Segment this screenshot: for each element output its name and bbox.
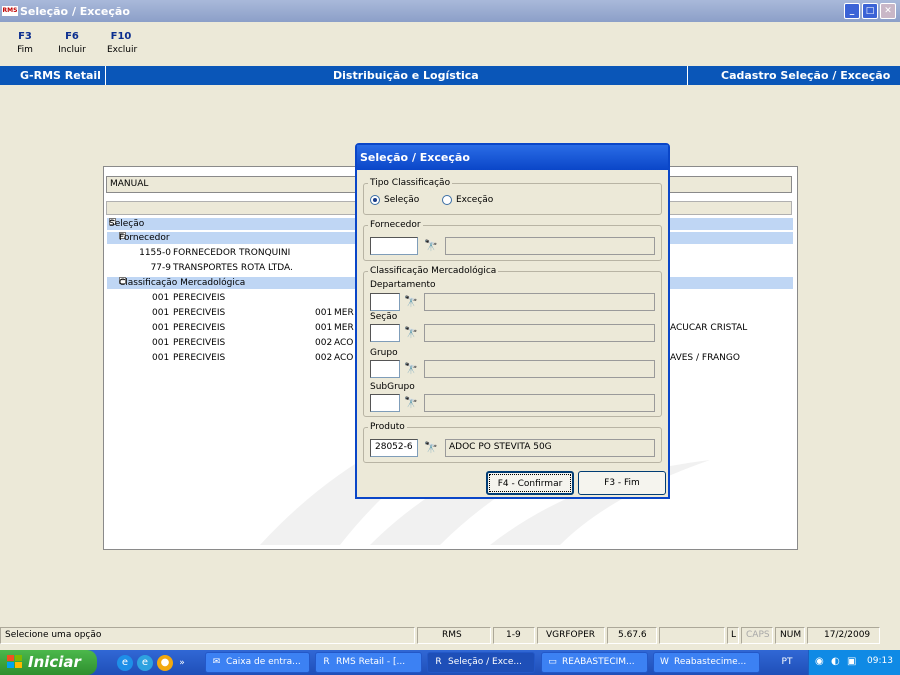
language-indicator[interactable]: PT: [777, 655, 797, 670]
clock[interactable]: 09:13: [867, 656, 893, 666]
produto-group: Produto 28052-6 🔭 ADOC PO STEVITA 50G: [363, 422, 662, 463]
classificacao-label: Classificação Mercadológica: [368, 266, 499, 276]
subgrupo-description: [424, 394, 655, 412]
app-icon: RMS: [2, 6, 18, 16]
produto-input[interactable]: 28052-6: [370, 439, 418, 457]
start-button[interactable]: Iniciar: [0, 650, 97, 675]
media-icon[interactable]: ●: [157, 655, 173, 671]
function-key-bar: F3 Fim F6 Incluir F10 Excluir: [0, 22, 900, 66]
task-selecao-excecao[interactable]: R Seleção / Exce...: [427, 652, 535, 673]
dialog-title: Seleção / Exceção: [357, 145, 668, 170]
subgrupo-label: SubGrupo: [370, 382, 415, 392]
status-l: L: [727, 627, 739, 644]
secao-label: Seção: [370, 312, 398, 322]
classificacao-group: Classificação Mercadológica Departamento…: [363, 266, 662, 417]
status-caps: CAPS: [741, 627, 773, 644]
confirm-button[interactable]: F4 - Confirmar: [486, 471, 574, 495]
status-version: 5.67.6: [607, 627, 657, 644]
radio-selected-icon[interactable]: [370, 195, 380, 205]
departamento-search-binoculars-icon[interactable]: 🔭: [402, 293, 420, 311]
tray-app-icon[interactable]: ▣: [847, 656, 856, 667]
rms-icon: R: [323, 657, 330, 667]
departamento-label: Departamento: [370, 280, 436, 290]
status-blank: [659, 627, 725, 644]
module-header: G-RMS Retail Distribuição e Logística Ca…: [0, 66, 900, 85]
grupo-label: Grupo: [370, 348, 398, 358]
windows-flag-icon: [7, 655, 22, 668]
status-bar: Selecione uma opção RMS 1-9 VGRFOPER 5.6…: [0, 625, 900, 645]
tipo-classificacao-group: Tipo Classificação Seleção Exceção: [363, 178, 662, 215]
header-app-name: G-RMS Retail: [20, 69, 101, 82]
status-system: RMS: [417, 627, 491, 644]
close-button[interactable]: ✕: [880, 3, 896, 19]
network-icon[interactable]: ◉: [815, 656, 824, 667]
outlook-icon: ✉: [212, 657, 221, 667]
radio-selecao[interactable]: Seleção: [370, 195, 419, 205]
status-num: NUM: [775, 627, 805, 644]
minimize-button[interactable]: _: [844, 3, 860, 19]
word-doc-icon: W: [660, 657, 669, 667]
window-title: Seleção / Exceção: [20, 4, 130, 18]
folder-icon: ▭: [548, 657, 557, 667]
radio-excecao[interactable]: Exceção: [442, 195, 493, 205]
radio-unselected-icon[interactable]: [442, 195, 452, 205]
fim-button[interactable]: F3 - Fim: [578, 471, 666, 495]
produto-search-binoculars-icon[interactable]: 🔭: [422, 439, 440, 457]
rms-icon: R: [435, 657, 442, 667]
fkey-f10-excluir[interactable]: F10 Excluir: [107, 31, 137, 55]
header-screen: Cadastro Seleção / Exceção: [721, 69, 891, 82]
produto-label: Produto: [368, 422, 407, 432]
status-range: 1-9: [493, 627, 535, 644]
secao-description: [424, 324, 655, 342]
departamento-input[interactable]: [370, 293, 400, 311]
fornecedor-search-binoculars-icon[interactable]: 🔭: [422, 237, 440, 255]
selection-exception-dialog: Seleção / Exceção Tipo Classificação Sel…: [355, 143, 670, 499]
fornecedor-group: Fornecedor 🔭: [363, 220, 662, 261]
fkey-f3-fim[interactable]: F3 Fim: [14, 31, 36, 55]
task-caixa-entrada[interactable]: ✉ Caixa de entra...: [205, 652, 310, 673]
quicklaunch-more-icon[interactable]: »: [177, 655, 187, 671]
fornecedor-label: Fornecedor: [368, 220, 423, 230]
departamento-description: [424, 293, 655, 311]
subgrupo-search-binoculars-icon[interactable]: 🔭: [402, 394, 420, 412]
status-message: Selecione uma opção: [0, 627, 415, 644]
grupo-search-binoculars-icon[interactable]: 🔭: [402, 360, 420, 378]
task-reabastecimento-doc[interactable]: W Reabastecime...: [653, 652, 760, 673]
ie-icon[interactable]: e: [117, 655, 133, 671]
secao-search-binoculars-icon[interactable]: 🔭: [402, 324, 420, 342]
produto-description: ADOC PO STEVITA 50G: [445, 439, 655, 457]
grupo-description: [424, 360, 655, 378]
header-module: Distribuição e Logística: [333, 69, 479, 82]
fornecedor-input[interactable]: [370, 237, 418, 255]
system-tray: ◉ ◐ ▣ 09:13: [808, 650, 900, 675]
secao-input[interactable]: [370, 324, 400, 342]
windows-taskbar: Iniciar e e ● » ✉ Caixa de entra... R RM…: [0, 650, 900, 675]
fornecedor-description: [445, 237, 655, 255]
tipo-classificacao-label: Tipo Classificação: [368, 178, 453, 188]
browser-icon[interactable]: e: [137, 655, 153, 671]
maximize-button[interactable]: □: [862, 3, 878, 19]
status-date: 17/2/2009: [807, 627, 880, 644]
window-titlebar: RMS Seleção / Exceção _ □ ✕: [0, 0, 900, 22]
grupo-input[interactable]: [370, 360, 400, 378]
task-reabastecim-folder[interactable]: ▭ REABASTECIM...: [541, 652, 648, 673]
status-user: VGRFOPER: [537, 627, 605, 644]
subgrupo-input[interactable]: [370, 394, 400, 412]
fkey-f6-incluir[interactable]: F6 Incluir: [58, 31, 86, 55]
antivirus-icon[interactable]: ◐: [831, 656, 840, 667]
task-rms-retail[interactable]: R RMS Retail - [...: [315, 652, 422, 673]
